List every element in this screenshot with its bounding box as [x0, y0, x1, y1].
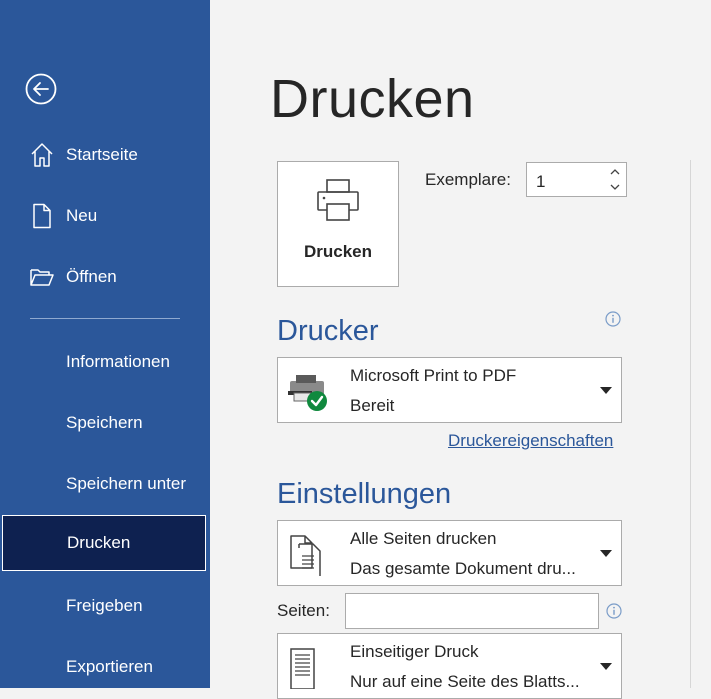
copies-value: 1 — [536, 172, 546, 191]
single-sided-icon — [290, 648, 315, 689]
sidebar-item-label: Freigeben — [66, 596, 143, 615]
print-sides-value: Einseitiger Druck — [350, 642, 479, 661]
dropdown-arrow-icon — [600, 550, 612, 557]
sidebar-item-label: Exportieren — [66, 657, 153, 676]
print-sides-select[interactable]: Einseitiger Druck Nur auf eine Seite des… — [277, 633, 622, 699]
printer-heading: Drucker — [277, 315, 379, 347]
back-arrow-icon[interactable] — [25, 73, 57, 105]
copies-label: Exemplare: — [425, 170, 511, 189]
printer-status: Bereit — [350, 396, 395, 415]
printer-properties-link[interactable]: Druckereigenschaften — [448, 431, 613, 451]
dropdown-arrow-icon — [600, 387, 612, 394]
chevron-down-icon[interactable] — [608, 180, 622, 194]
pages-input[interactable] — [345, 593, 599, 629]
print-range-value: Alle Seiten drucken — [350, 529, 497, 548]
sidebar-item-speichern-unter[interactable]: Speichern unter — [0, 455, 210, 513]
sidebar-divider — [30, 318, 180, 319]
page-title: Drucken — [270, 69, 475, 129]
sidebar-item-exportieren[interactable]: Exportieren — [0, 638, 210, 696]
info-icon[interactable] — [606, 603, 622, 619]
printer-icon — [317, 179, 359, 221]
info-icon[interactable] — [605, 311, 621, 327]
open-folder-icon — [30, 269, 54, 286]
print-range-description: Das gesamte Dokument dru... — [350, 559, 576, 578]
sidebar-item-label: Speichern unter — [66, 474, 187, 493]
pages-label: Seiten: — [277, 601, 330, 620]
home-icon — [31, 143, 53, 167]
sidebar-item-freigeben[interactable]: Freigeben — [0, 577, 210, 635]
sidebar-item-startseite[interactable]: Startseite — [0, 126, 210, 184]
document-pages-icon — [290, 535, 321, 576]
sidebar-item-drucken[interactable]: Drucken — [2, 515, 206, 571]
sidebar-item-speichern[interactable]: Speichern — [0, 394, 210, 452]
settings-heading: Einstellungen — [277, 478, 452, 510]
sidebar-item-label: Informationen — [66, 352, 170, 371]
printer-ready-icon — [288, 375, 327, 411]
sidebar-item-label: Startseite — [66, 145, 138, 164]
dropdown-arrow-icon — [600, 663, 612, 670]
chevron-up-icon[interactable] — [608, 165, 622, 179]
sidebar-item-label: Öffnen — [66, 267, 117, 286]
preview-divider — [690, 160, 691, 688]
sidebar-item-label: Drucken — [67, 533, 131, 552]
print-range-select[interactable]: Alle Seiten drucken Das gesamte Dokument… — [277, 520, 622, 586]
sidebar-item-neu[interactable]: Neu — [0, 187, 210, 245]
sidebar-item-oeffnen[interactable]: Öffnen — [0, 248, 210, 306]
sidebar-item-label: Neu — [66, 206, 98, 225]
printer-name: Microsoft Print to PDF — [350, 366, 517, 385]
sidebar-item-label: Speichern — [66, 413, 143, 432]
copies-stepper[interactable]: 1 — [526, 162, 627, 197]
backstage-sidebar: Startseite Neu Öffnen Informationen Spei… — [0, 0, 210, 688]
new-document-icon — [33, 203, 51, 229]
print-sides-description: Nur auf eine Seite des Blatts... — [350, 672, 580, 691]
print-button-label: Drucken — [303, 242, 373, 261]
printer-select[interactable]: Microsoft Print to PDF Bereit — [277, 357, 622, 423]
print-button[interactable]: Drucken — [277, 161, 399, 287]
sidebar-item-informationen[interactable]: Informationen — [0, 333, 210, 391]
